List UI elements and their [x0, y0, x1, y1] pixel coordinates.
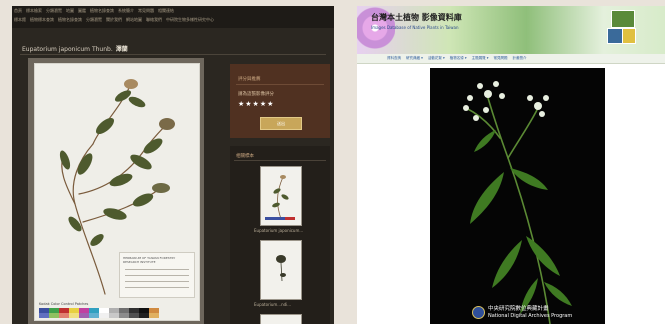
nav-link-primary-6[interactable]: 系統簡介	[118, 8, 134, 14]
related-thumbnail-3[interactable]	[260, 314, 302, 324]
nav-link-secondary-0[interactable]: 標本館	[14, 17, 26, 23]
related-thumbnail-1[interactable]	[260, 166, 302, 226]
menu-item-2[interactable]: 活動花絮 ▾	[428, 56, 445, 61]
herbarium-sheet: HERBARIUM OF TAIWAN FORESTRY RESEARCH IN…	[34, 63, 200, 321]
herbarium-viewer-screenshot: 首頁 標本檢索 分類瀏覽 地圖 圖鑑 植物名錄查詢 系統簡介 常見問題 相關連結 標本館 植物標本…	[12, 6, 334, 324]
rating-panel-heading: 評分與推薦	[238, 77, 261, 82]
rating-panel-divider	[236, 84, 324, 85]
menu-item-4[interactable]: 主題展覽 ▾	[472, 56, 489, 61]
specimen-image-frame[interactable]: HERBARIUM OF TAIWAN FORESTRY RESEARCH IN…	[28, 58, 204, 324]
rating-panel-subheading: 請為這張影像評分	[238, 92, 274, 97]
menu-item-1[interactable]: 研究典藏 ▾	[406, 56, 423, 61]
star-rating[interactable]: ★★★★★	[238, 100, 274, 108]
specimen-label-caption: HERBARIUM OF TAIWAN FORESTRY RESEARCH IN…	[123, 256, 176, 264]
related-panel-divider	[234, 160, 326, 161]
nav-link-primary-0[interactable]: 首頁	[14, 8, 22, 14]
plant-photo[interactable]: 中央研究院數位典藏計畫 National Digital Archives Pr…	[430, 68, 605, 324]
nav-row-primary: 首頁 標本檢索 分類瀏覽 地圖 圖鑑 植物名錄查詢 系統簡介 常見問題 相關連結	[12, 6, 334, 15]
nav-link-primary-8[interactable]: 相關連結	[158, 8, 174, 14]
thumbnail-plant-drawing	[265, 175, 295, 220]
archive-name-zh: 中央研究院數位典藏計畫	[488, 306, 549, 312]
archive-name-en: National Digital Archives Program	[488, 313, 573, 319]
menu-item-5[interactable]: 常見問題	[494, 56, 508, 61]
related-thumbnail-1-caption[interactable]: Eupatorium japonicum...	[254, 228, 314, 233]
nav-link-secondary-5[interactable]: 網站地圖	[126, 17, 142, 23]
related-panel-heading: 相關標本	[236, 154, 254, 159]
related-thumbnail-2-caption[interactable]: Eupatorium...ndi...	[254, 302, 314, 307]
submit-rating-button[interactable]: 送出	[260, 117, 302, 130]
site-banner: 台灣本土植物 影像資料庫 Images Database of Native P…	[357, 6, 665, 54]
rating-panel: 評分與推薦 請為這張影像評分 ★★★★★ 送出	[230, 64, 330, 138]
nav-link-secondary-7[interactable]: 中研院生物多樣性研究中心	[166, 17, 214, 23]
nav-link-primary-5[interactable]: 植物名錄查詢	[90, 8, 114, 14]
banner-photo-collage	[607, 10, 636, 44]
title-divider	[20, 54, 326, 55]
nav-link-secondary-3[interactable]: 分類瀏覽	[86, 17, 102, 23]
related-specimens-panel: 相關標本 Eupatorium japonicum... Eupatorium.…	[230, 146, 330, 324]
specimen-scientific-name: Eupatorium japonicum Thunb.	[22, 46, 113, 53]
specimen-title: Eupatorium japonicum Thunb. 澤蘭	[22, 44, 128, 53]
site-title: 台灣本土植物 影像資料庫	[371, 13, 462, 22]
nav-link-secondary-6[interactable]: 聯絡我們	[146, 17, 162, 23]
nav-row-secondary: 標本館 植物標本查詢 植物名錄查詢 分類瀏覽 關於我們 網站地圖 聯絡我們 中研院生物多樣性研…	[12, 15, 334, 24]
plant-photo-drawing	[463, 81, 572, 324]
site-subtitle: Images Database of Native Plants in Taiw…	[371, 25, 459, 30]
nav-link-secondary-1[interactable]: 植物標本查詢	[30, 17, 54, 23]
thumbnail-plant-drawing	[276, 255, 286, 282]
nav-link-secondary-2[interactable]: 植物名錄查詢	[58, 17, 82, 23]
nav-link-primary-1[interactable]: 標本檢索	[26, 8, 42, 14]
nav-link-secondary-4[interactable]: 關於我們	[106, 17, 122, 23]
menu-item-6[interactable]: 計畫簡介	[513, 56, 527, 61]
color-chart-caption: Kodak Color Control Patches	[39, 302, 89, 306]
native-plants-database-screenshot: 台灣本土植物 影像資料庫 Images Database of Native P…	[357, 6, 665, 324]
nav-link-primary-2[interactable]: 分類瀏覽	[46, 8, 62, 14]
color-calibration-chart	[39, 308, 159, 318]
nav-link-primary-4[interactable]: 圖鑑	[78, 8, 86, 14]
specimen-label: HERBARIUM OF TAIWAN FORESTRY RESEARCH IN…	[119, 252, 195, 298]
menu-item-3[interactable]: 植物名錄 ▾	[450, 56, 467, 61]
related-thumbnail-2[interactable]	[260, 240, 302, 300]
main-menu: 資料查詢 研究典藏 ▾ 活動花絮 ▾ 植物名錄 ▾ 主題展覽 ▾ 常見問題 計畫簡介	[357, 54, 665, 64]
archive-logo-icon	[472, 306, 485, 319]
specimen-chinese-name: 澤蘭	[115, 46, 128, 53]
menu-item-0[interactable]: 資料查詢	[387, 56, 401, 61]
nav-link-primary-7[interactable]: 常見問題	[138, 8, 154, 14]
nav-link-primary-3[interactable]: 地圖	[66, 8, 74, 14]
top-navigation: 首頁 標本檢索 分類瀏覽 地圖 圖鑑 植物名錄查詢 系統簡介 常見問題 相關連結 標本館 植物標本…	[12, 6, 334, 28]
